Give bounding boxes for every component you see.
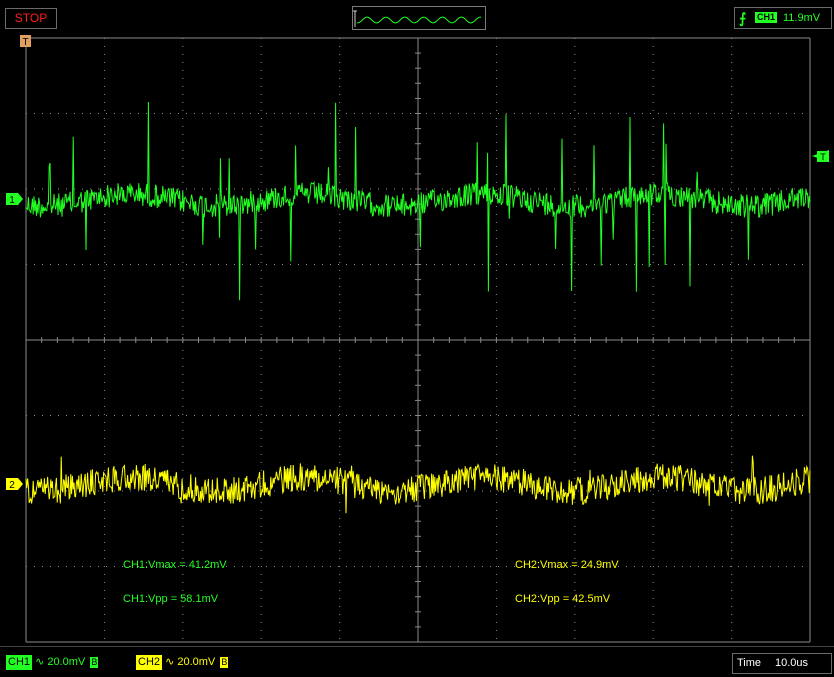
stop-button[interactable]: STOP bbox=[5, 8, 57, 29]
ch1-tag: CH1 bbox=[6, 655, 33, 670]
ch2-vpp-readout: CH2:Vpp = 42.5mV bbox=[515, 593, 611, 605]
status-bar: CH1 ∿ 20.0mV B CH2 ∿ 20.0mV B Time 10.0u… bbox=[0, 646, 834, 677]
trigger-level: 11.9mV bbox=[783, 12, 821, 24]
trigger-level-label: T bbox=[820, 152, 826, 162]
ac-coupling-icon: ∿ bbox=[35, 656, 45, 668]
ch1-scale: 20.0mV bbox=[47, 656, 86, 668]
ch1-marker[interactable]: 1 bbox=[6, 193, 23, 206]
trigger-position-marker[interactable]: T bbox=[20, 35, 31, 48]
ch1-vpp-readout: CH1:Vpp = 58.1mV bbox=[123, 593, 219, 605]
ch1-marker-label: 1 bbox=[9, 195, 15, 206]
waveform-preview-icon bbox=[353, 10, 482, 27]
ch1-vmax-readout: CH1:Vmax = 41.2mV bbox=[123, 559, 227, 571]
ch2-scale: 20.0mV bbox=[177, 656, 216, 668]
scope-graticule: T 1 2 T CH1:Vmax = 41.2mV CH1:Vpp = 58.1… bbox=[6, 35, 829, 643]
waveform-preview[interactable] bbox=[352, 6, 486, 30]
trigger-position-label: T bbox=[22, 37, 28, 48]
ch2-vmax-readout: CH2:Vmax = 24.9mV bbox=[515, 559, 619, 571]
time-scale: 10.0us bbox=[775, 657, 809, 669]
ch2-marker-label: 2 bbox=[9, 480, 15, 491]
ch2-tag: CH2 bbox=[136, 655, 163, 670]
ac-coupling-icon: ∿ bbox=[165, 656, 175, 668]
ch1-bw-limit-badge: B bbox=[90, 657, 99, 668]
scope-display[interactable]: T 1 2 T CH1:Vmax = 41.2mV CH1:Vpp = 58.1… bbox=[0, 34, 834, 646]
ch1-settings[interactable]: CH1 ∿ 20.0mV B bbox=[6, 655, 99, 670]
trigger-channel: CH1 bbox=[755, 12, 778, 23]
grid-lines bbox=[25, 37, 811, 643]
timebase-setting[interactable]: Time 10.0us bbox=[732, 653, 832, 674]
time-label: Time bbox=[737, 657, 762, 669]
trigger-level-marker[interactable]: T bbox=[812, 150, 829, 162]
ch2-bw-limit-badge: B bbox=[220, 657, 229, 668]
ch2-settings[interactable]: CH2 ∿ 20.0mV B bbox=[136, 655, 229, 670]
top-toolbar: STOP ⨍ CH1 11.9mV bbox=[0, 0, 834, 34]
rising-edge-icon: ⨍ bbox=[739, 10, 747, 26]
trigger-status[interactable]: ⨍ CH1 11.9mV bbox=[734, 7, 832, 29]
ch2-marker[interactable]: 2 bbox=[6, 478, 23, 491]
